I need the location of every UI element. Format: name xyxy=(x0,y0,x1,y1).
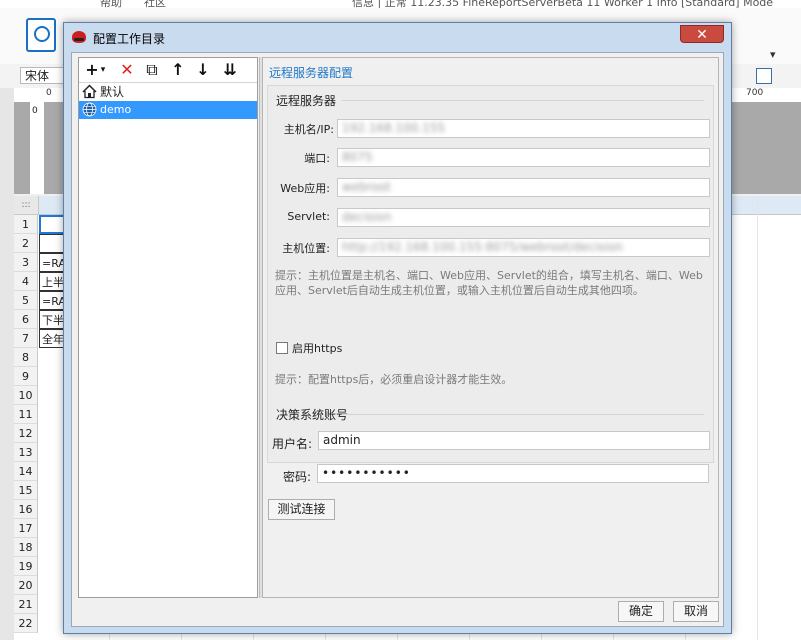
ruler-label-0: 0 xyxy=(46,88,52,98)
test-connection-button[interactable]: 测试连接 xyxy=(268,499,335,520)
workdir-item-demo[interactable]: demo xyxy=(79,101,257,119)
servlet-label: Servlet: xyxy=(287,210,330,223)
add-icon[interactable]: + xyxy=(85,60,99,80)
format-painter-icon[interactable]: ▾ xyxy=(770,48,776,61)
dialog-body: + ▾ ✕ ⧉ ↑ ↓ ⇊ 默认 demo 远程服务器配置 远程服务器 主机名/… xyxy=(71,52,724,627)
ok-button[interactable]: 确定 xyxy=(618,601,664,622)
row-header[interactable]: 8 xyxy=(14,348,38,367)
https-label[interactable]: 启用https xyxy=(292,340,342,356)
row-header[interactable]: 4 xyxy=(14,272,38,291)
app-title-strip: 帮助 社区 信息 | 正常 11.23.35 FineReportServerB… xyxy=(0,0,801,8)
align-icon[interactable] xyxy=(756,68,772,84)
cell-a2[interactable] xyxy=(39,234,65,253)
row-header[interactable]: 5 xyxy=(14,291,38,310)
remote-server-group: 远程服务器 主机名/IP: 192.168.100.155 端口: 8075 W… xyxy=(267,85,714,463)
servlet-field[interactable]: decision xyxy=(337,208,710,227)
host-label: 主机名/IP: xyxy=(283,123,334,136)
location-field[interactable]: http://192.168.100.155:8075/webroot/deci… xyxy=(337,238,710,257)
https-hint: 提示：配置https后，必须重启设计器才能生效。 xyxy=(275,373,513,386)
ruler-label-700: 700 xyxy=(746,88,764,98)
row-header[interactable]: 21 xyxy=(14,595,38,614)
webapp-field[interactable]: webroot xyxy=(337,178,710,197)
row-header[interactable]: 10 xyxy=(14,386,38,405)
workdir-item-default[interactable]: 默认 xyxy=(79,83,257,101)
port-label: 端口: xyxy=(304,152,330,165)
row-header[interactable]: 14 xyxy=(14,462,38,481)
host-field[interactable]: 192.168.100.155 xyxy=(337,119,710,138)
row-header[interactable]: 12 xyxy=(14,424,38,443)
menu-help[interactable]: 帮助 xyxy=(100,0,122,8)
cell-a1[interactable] xyxy=(39,215,65,234)
add-dropdown-icon[interactable]: ▾ xyxy=(99,60,107,80)
https-checkbox[interactable] xyxy=(276,342,288,354)
workdir-toolbar: + ▾ ✕ ⧉ ↑ ↓ ⇊ xyxy=(79,58,257,83)
row-header[interactable]: 7 xyxy=(14,329,38,348)
password-field[interactable]: ••••••••••• xyxy=(317,464,709,483)
move-down-icon[interactable]: ↓ xyxy=(194,60,212,80)
row-header[interactable]: 13 xyxy=(14,443,38,462)
grid-corner[interactable]: ::: xyxy=(14,196,39,215)
cell-a4[interactable]: 上半 xyxy=(39,272,65,291)
account-group-title: 决策系统账号 xyxy=(276,408,349,422)
location-hint: 提示：主机位置是主机名、端口、Web应用、Servlet的组合，填写主机名、端口… xyxy=(275,269,703,297)
font-name-select[interactable]: 宋体 xyxy=(20,67,64,84)
row-header[interactable]: 20 xyxy=(14,576,38,595)
row-header[interactable]: 2 xyxy=(14,234,38,253)
home-icon xyxy=(82,84,97,99)
row-header[interactable]: 19 xyxy=(14,557,38,576)
row-header[interactable]: 1 xyxy=(14,215,38,234)
move-up-icon[interactable]: ↑ xyxy=(169,60,187,80)
copy-icon[interactable]: ⧉ xyxy=(143,60,161,80)
workdir-list-pane: + ▾ ✕ ⧉ ↑ ↓ ⇊ 默认 demo xyxy=(78,57,258,598)
app-logo-icon xyxy=(72,31,86,43)
cell-a5[interactable]: =RAN xyxy=(39,291,65,310)
remote-server-group-title: 远程服务器 xyxy=(276,94,337,108)
vertical-ruler: 0 xyxy=(30,102,44,194)
sort-icon[interactable]: ⇊ xyxy=(220,60,240,80)
row-header[interactable]: 18 xyxy=(14,538,38,557)
menu-community[interactable]: 社区 xyxy=(144,0,166,8)
remote-config-pane: 远程服务器配置 远程服务器 主机名/IP: 192.168.100.155 端口… xyxy=(262,57,719,598)
row-header[interactable]: 9 xyxy=(14,367,38,386)
row-header[interactable]: 16 xyxy=(14,500,38,519)
cell-a7[interactable]: 全年 xyxy=(39,329,65,348)
row-header[interactable]: 17 xyxy=(14,519,38,538)
group-divider xyxy=(342,100,704,101)
port-field[interactable]: 8075 xyxy=(337,148,710,167)
workdir-item-label: 默认 xyxy=(100,85,125,99)
cancel-button[interactable]: 取消 xyxy=(673,601,719,622)
username-field[interactable]: admin xyxy=(318,431,710,450)
left-strip xyxy=(0,88,14,640)
row-header[interactable]: 11 xyxy=(14,405,38,424)
row-header[interactable]: 6 xyxy=(14,310,38,329)
password-label: 密码: xyxy=(282,470,311,484)
globe-icon xyxy=(82,102,97,117)
username-label: 用户名: xyxy=(272,437,313,451)
webapp-label: Web应用: xyxy=(280,182,330,195)
configure-workdir-dialog: 配置工作目录 ✕ + ▾ ✕ ⧉ ↑ ↓ ⇊ 默认 demo 远程服务器配置 远… xyxy=(63,22,732,634)
row-header[interactable]: 22 xyxy=(14,614,38,633)
row-header[interactable]: 15 xyxy=(14,481,38,500)
close-button[interactable]: ✕ xyxy=(680,25,724,43)
workdir-item-label: demo xyxy=(100,103,132,116)
delete-icon[interactable]: ✕ xyxy=(118,60,136,80)
row-header[interactable]: 3 xyxy=(14,253,38,272)
group-divider xyxy=(342,414,704,415)
section-title: 远程服务器配置 xyxy=(269,66,354,80)
template-icon[interactable] xyxy=(26,18,56,52)
cell-a3[interactable]: =RAN xyxy=(39,253,65,272)
dialog-titlebar[interactable]: 配置工作目录 ✕ xyxy=(64,23,731,51)
cell-a6[interactable]: 下半 xyxy=(39,310,65,329)
location-label: 主机位置: xyxy=(282,242,330,255)
dialog-title: 配置工作目录 xyxy=(93,32,166,46)
vertical-ruler-label: 0 xyxy=(32,106,38,116)
app-title-text: 信息 | 正常 11.23.35 FineReportServerBeta 11… xyxy=(352,0,774,8)
